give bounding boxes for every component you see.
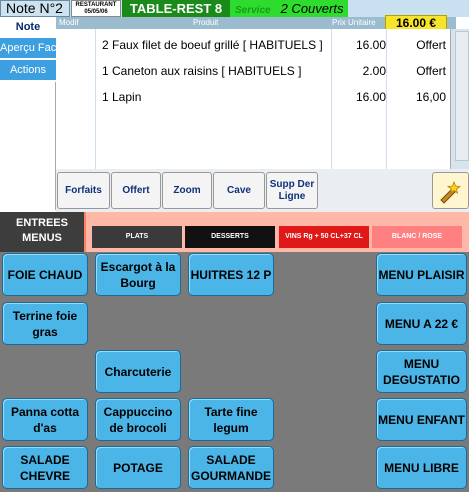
service-badge: Service 2 Couverts bbox=[230, 0, 348, 17]
potage-button[interactable]: POTAGE bbox=[95, 446, 181, 489]
order-item-price: 16.00 bbox=[355, 90, 386, 104]
escargot-button[interactable]: Escargot à la Bourg bbox=[95, 253, 181, 296]
scrollbar-thumb[interactable] bbox=[455, 31, 469, 161]
tab-vins[interactable]: VINS Rg + 50 CL+37 CL bbox=[279, 226, 369, 248]
terrine-button[interactable]: Terrine foie gras bbox=[2, 302, 88, 345]
note-number: Note N°2 bbox=[0, 0, 70, 17]
couverts-count: 2 Couverts bbox=[280, 1, 344, 16]
order-row[interactable]: 1 Caneton aux raisins [ HABITUELS ] 2.00… bbox=[56, 58, 450, 84]
order-item-amount: Offert bbox=[416, 38, 446, 52]
menu-degustation-button[interactable]: MENU DEGUSTATIO bbox=[376, 350, 467, 393]
nav-actions[interactable]: Actions bbox=[0, 60, 56, 81]
nav-apercu-facture[interactable]: Aperçu Fact bbox=[0, 38, 56, 59]
left-nav-panel bbox=[0, 82, 56, 210]
menu-22-button[interactable]: MENU A 22 € bbox=[376, 302, 467, 345]
restaurant-date: 05/05/06 bbox=[84, 9, 108, 15]
order-item-price: 16.00 bbox=[355, 38, 386, 52]
menu-plaisir-button[interactable]: MENU PLAISIR bbox=[376, 253, 467, 296]
forfaits-button[interactable]: Forfaits bbox=[57, 172, 110, 209]
nav-note[interactable]: Note bbox=[0, 17, 56, 38]
tab-entrees-label: ENTREES bbox=[16, 217, 68, 229]
tab-menus-label: MENUS bbox=[22, 232, 62, 244]
foie-chaud-button[interactable]: FOIE CHAUD bbox=[2, 253, 88, 296]
wizard-button[interactable] bbox=[432, 172, 469, 209]
salade-chevre-button[interactable]: SALADE CHEVRE bbox=[2, 446, 88, 489]
order-item-amount: Offert bbox=[416, 64, 446, 78]
table-badge: TABLE-REST 8 bbox=[122, 0, 230, 17]
menu-enfant-button[interactable]: MENU ENFANT bbox=[376, 398, 467, 441]
order-row[interactable]: 1 Lapin 16.00 16,00 bbox=[56, 84, 450, 110]
order-item-amount: 16,00 bbox=[415, 90, 446, 104]
service-label: Service bbox=[235, 5, 271, 16]
cave-button[interactable]: Cave bbox=[213, 172, 265, 209]
order-item-price: 2.00 bbox=[362, 64, 386, 78]
column-modif: Modif bbox=[59, 18, 79, 27]
huitres-button[interactable]: HUITRES 12 P bbox=[188, 253, 274, 296]
offert-button[interactable]: Offert bbox=[111, 172, 161, 209]
panna-cotta-button[interactable]: Panna cotta d'as bbox=[2, 398, 88, 441]
restaurant-logo: RESTAURANT 05/05/06 bbox=[71, 0, 121, 17]
column-prix-unitaire: Prix Unitaire bbox=[332, 18, 376, 27]
tab-desserts[interactable]: DESSERTS bbox=[185, 226, 275, 248]
tab-entrees-menus[interactable]: ENTREES MENUS bbox=[0, 212, 86, 252]
menu-libre-button[interactable]: MENU LIBRE bbox=[376, 446, 467, 489]
tab-plats[interactable]: PLATS bbox=[92, 226, 182, 248]
restaurant-name: RESTAURANT bbox=[75, 2, 117, 8]
charcuterie-button[interactable]: Charcuterie bbox=[95, 350, 181, 393]
zoom-button[interactable]: Zoom bbox=[162, 172, 212, 209]
supp-der-ligne-button[interactable]: Supp Der Ligne bbox=[266, 172, 318, 209]
order-row[interactable]: 2 Faux filet de boeuf grillé [ HABITUELS… bbox=[56, 32, 450, 58]
tarte-button[interactable]: Tarte fine legum bbox=[188, 398, 274, 441]
salade-gourmande-button[interactable]: SALADE GOURMANDE bbox=[188, 446, 274, 489]
cappuccino-button[interactable]: Cappuccino de brocoli bbox=[95, 398, 181, 441]
wizard-icon bbox=[439, 180, 461, 204]
tab-blanc-rose[interactable]: BLANC / ROSE bbox=[372, 226, 462, 248]
column-produit: Produit bbox=[193, 18, 219, 27]
